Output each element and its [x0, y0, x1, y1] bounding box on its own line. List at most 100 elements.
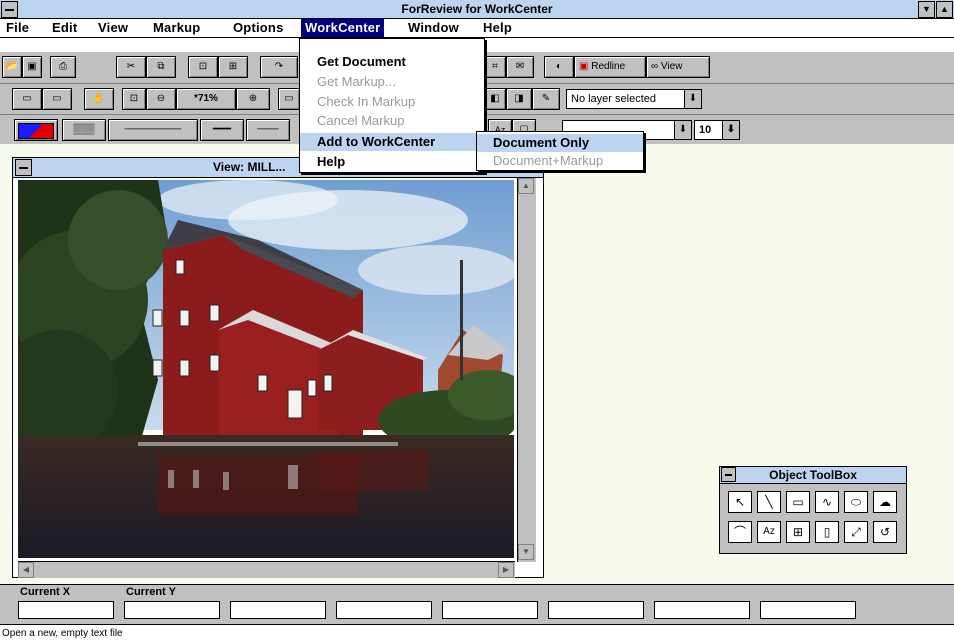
line-end-select[interactable]: ───	[246, 119, 290, 141]
arc-tool-icon[interactable]: ⌒	[728, 521, 752, 543]
rotate-tool-icon[interactable]: ↺	[873, 521, 897, 543]
pen-icon[interactable]: ✎	[532, 88, 560, 110]
menu-check-in-markup: Check In Markup	[317, 94, 416, 109]
workcenter-dropdown: Get Document Get Markup... Check In Mark…	[299, 38, 485, 173]
select-arrow-icon[interactable]: ↖	[728, 491, 752, 513]
font-size-select[interactable]: 10 ⬇	[694, 120, 740, 140]
text-tool-icon[interactable]: Az	[757, 521, 781, 543]
line-tool-icon[interactable]: ╲	[757, 491, 781, 513]
redline-icon: ▣	[579, 61, 589, 72]
menu-help[interactable]: Help	[483, 20, 512, 35]
zoom-window-icon[interactable]: ⊡	[122, 88, 146, 110]
maximize-button[interactable]: ▲	[936, 1, 953, 18]
open-icon[interactable]: 📂	[2, 56, 22, 78]
menu-document-markup: Document+Markup	[493, 153, 604, 168]
zoom-level[interactable]: *71%	[176, 88, 236, 110]
redline-label: Redline	[591, 61, 626, 72]
dimension-tool-icon[interactable]: ⤢	[844, 521, 868, 543]
view-label: View	[660, 61, 683, 72]
page-prev-icon[interactable]: ▭	[12, 88, 42, 110]
mill-photo	[18, 180, 514, 558]
menu-edit[interactable]: Edit	[52, 20, 77, 35]
view-title: View: MILL...	[213, 160, 286, 174]
color-swatch[interactable]	[14, 119, 58, 141]
status-text: Open a new, empty text file	[2, 628, 123, 639]
chevron-down-icon: ⬇	[674, 121, 691, 139]
scroll-left-icon[interactable]: ◀	[18, 562, 34, 578]
menu-file[interactable]: File	[6, 20, 29, 35]
status-field-5	[442, 601, 538, 619]
redline-button[interactable]: ▣ Redline	[574, 56, 646, 78]
menu-workcenter[interactable]: WorkCenter	[301, 19, 385, 37]
save-icon[interactable]: ▣	[22, 56, 42, 78]
vertical-scrollbar[interactable]: ▲ ▼	[517, 178, 536, 562]
menu-document-only[interactable]: Document Only	[477, 134, 643, 152]
workcenter-icon[interactable]: ◐	[544, 56, 574, 78]
scroll-up-icon[interactable]: ▲	[518, 178, 534, 194]
fit-icon[interactable]: ▭	[278, 88, 300, 110]
rectangle-tool-icon[interactable]: ▭	[786, 491, 810, 513]
line-width-select[interactable]: ━━━	[200, 119, 244, 141]
status-field-6	[548, 601, 644, 619]
menu-window[interactable]: Window	[408, 20, 459, 35]
layer-icon[interactable]: ◧	[484, 88, 506, 110]
document-photo[interactable]	[18, 180, 514, 558]
scroll-down-icon[interactable]: ▼	[518, 544, 534, 560]
current-y-field	[124, 601, 220, 619]
menu-bar: File Edit View Markup Options WorkCenter…	[0, 19, 954, 38]
view-button[interactable]: ∞ View	[646, 56, 710, 78]
page-next-icon[interactable]: ▭	[42, 88, 72, 110]
binoculars-icon: ∞	[651, 61, 659, 72]
current-x-label: Current X	[20, 586, 71, 598]
freehand-tool-icon[interactable]: ∿	[815, 491, 839, 513]
menu-options[interactable]: Options	[233, 20, 284, 35]
view-system-menu-icon[interactable]	[15, 159, 32, 176]
redo-icon[interactable]: ↷	[260, 56, 298, 78]
toolbox-title-bar[interactable]: Object ToolBox	[720, 467, 906, 484]
paste-icon[interactable]: ⧉	[146, 56, 176, 78]
menu-get-markup: Get Markup...	[317, 74, 396, 89]
chevron-down-icon: ⬇	[722, 121, 739, 139]
menu-get-document[interactable]: Get Document	[300, 53, 484, 71]
menu-view[interactable]: View	[98, 20, 128, 35]
mail-icon[interactable]: ✉	[506, 56, 534, 78]
layer-select[interactable]: No layer selected ⬇	[566, 89, 702, 109]
grid-icon[interactable]: ⌗	[484, 56, 506, 78]
note-tool-icon[interactable]: ▯	[815, 521, 839, 543]
layer-edit-icon[interactable]: ◨	[506, 88, 532, 110]
app-title: ForReview for WorkCenter	[401, 2, 553, 16]
horizontal-scrollbar[interactable]: ◀ ▶	[18, 561, 515, 578]
chevron-down-icon: ⬇	[684, 90, 701, 108]
current-y-label: Current Y	[126, 586, 176, 598]
color-swatch-icon	[18, 123, 54, 139]
scroll-right-icon[interactable]: ▶	[498, 562, 514, 578]
coordinate-bar: Current X Current Y	[0, 584, 954, 624]
menu-help-item[interactable]: Help	[300, 153, 484, 171]
menu-add-to-workcenter[interactable]: Add to WorkCenter	[300, 133, 484, 151]
pan-hand-icon[interactable]: ✋	[84, 88, 114, 110]
fill-pattern-select[interactable]: ▒▒▒	[62, 119, 106, 141]
print-icon[interactable]: ⎙	[50, 56, 76, 78]
menu-cancel-markup: Cancel Markup	[317, 113, 405, 128]
line-style-select[interactable]: ────────	[108, 119, 198, 141]
status-field-7	[654, 601, 750, 619]
polygon-tool-icon[interactable]: ⬭	[844, 491, 868, 513]
app-title-bar: ForReview for WorkCenter ▼ ▲	[0, 0, 954, 19]
view-window[interactable]: View: MILL... ▲ ▼ ◀ ▶	[12, 157, 544, 578]
stamp-tool-icon[interactable]: ⊞	[786, 521, 810, 543]
layer-select-value: No layer selected	[571, 93, 656, 105]
font-size-value: 10	[699, 124, 712, 136]
add-to-workcenter-submenu: Document Only Document+Markup	[476, 131, 644, 171]
import-icon[interactable]: ⊡	[188, 56, 218, 78]
toolbox-system-menu-icon[interactable]	[721, 467, 736, 482]
zoom-in-icon[interactable]: ⊕	[236, 88, 270, 110]
minimize-button[interactable]: ▼	[918, 1, 935, 18]
cut-icon[interactable]: ✂	[116, 56, 146, 78]
zoom-out-icon[interactable]: ⊖	[146, 88, 176, 110]
cloud-tool-icon[interactable]: ☁	[873, 491, 897, 513]
menu-markup[interactable]: Markup	[153, 20, 200, 35]
status-field-4	[336, 601, 432, 619]
export-icon[interactable]: ⊞	[218, 56, 248, 78]
status-bar: Open a new, empty text file	[0, 624, 954, 643]
status-field-8	[760, 601, 856, 619]
